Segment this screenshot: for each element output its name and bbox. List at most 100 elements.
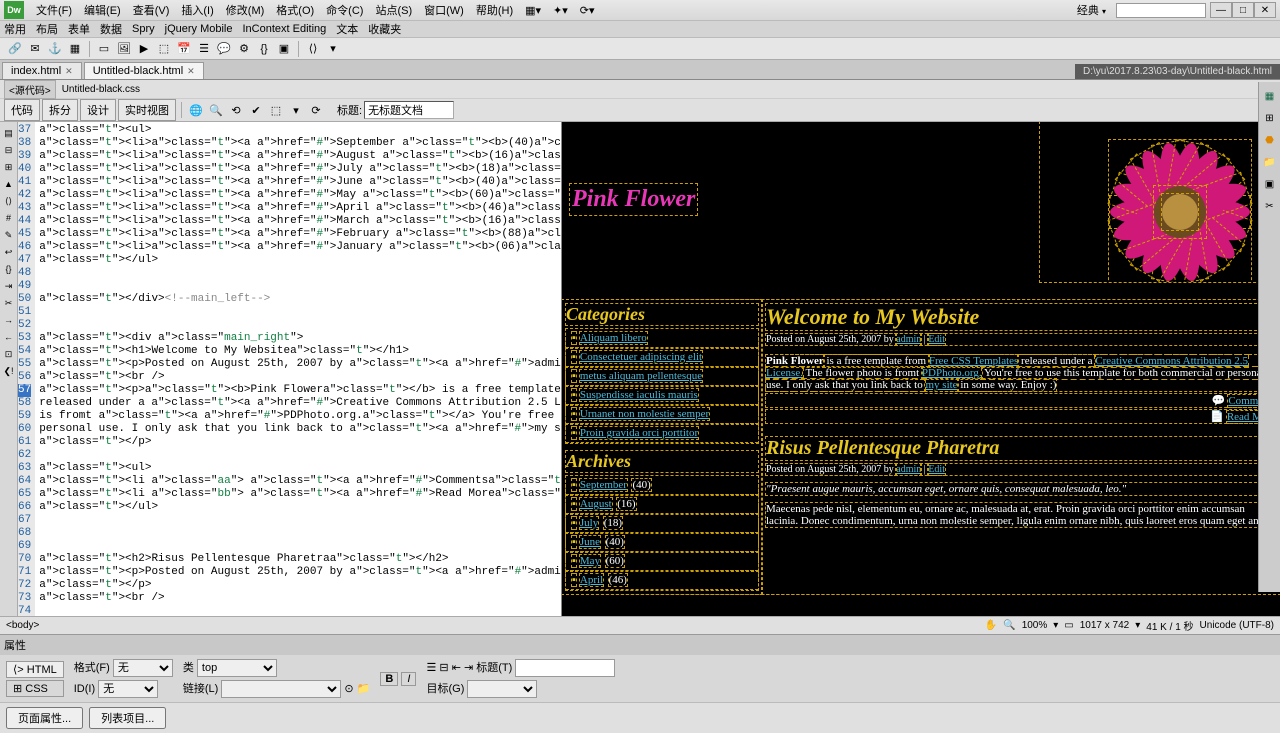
list-item[interactable]: ▪Consectetuer adipiscing elit	[566, 348, 758, 367]
live-code-icon[interactable]: 🌐	[187, 101, 205, 119]
italic-btn[interactable]: I	[401, 672, 416, 686]
tag-icon[interactable]: ⟨⟩	[304, 40, 322, 58]
media-icon[interactable]: ▶	[135, 40, 153, 58]
browser-icon[interactable]: ⟲	[227, 101, 245, 119]
head-icon[interactable]: ⚙	[235, 40, 253, 58]
format-icon[interactable]: ⊡	[2, 347, 16, 361]
list-item[interactable]: ▪April (46)	[566, 571, 758, 590]
minimize-button[interactable]: —	[1210, 2, 1232, 18]
div-icon[interactable]: ▭	[95, 40, 113, 58]
widget-icon[interactable]: ⬚	[155, 40, 173, 58]
ol-btn[interactable]: ⊟	[439, 662, 448, 674]
outdent-btn[interactable]: ⇤	[452, 662, 461, 674]
class-select[interactable]: top	[197, 659, 277, 677]
bold-btn[interactable]: B	[380, 672, 398, 686]
list-item-btn[interactable]: 列表项目...	[89, 707, 166, 729]
browse-icon[interactable]: 📁	[357, 683, 371, 695]
list-item[interactable]: ▪Urnanet non molestie semper	[566, 405, 758, 424]
code-body[interactable]: a">class="t"><ul>a">class="t"><li>a">cla…	[35, 122, 562, 616]
list-item[interactable]: ▪August (16)	[566, 495, 758, 514]
list-item[interactable]: ▪metus aliquam pellentesque	[566, 367, 758, 386]
cat-layout[interactable]: 布局	[36, 21, 58, 37]
menu-commands[interactable]: 命令(C)	[320, 0, 369, 20]
maximize-button[interactable]: □	[1232, 2, 1254, 18]
css-mode-btn[interactable]: ⊞ CSS	[6, 680, 64, 697]
list-item[interactable]: ▪May (60)	[566, 552, 758, 571]
html-mode-btn[interactable]: ⟨> HTML	[6, 661, 64, 678]
zoom-level[interactable]: 100%	[1022, 620, 1048, 631]
cat-fav[interactable]: 收藏夹	[368, 21, 401, 37]
split-view-btn[interactable]: 拆分	[42, 99, 78, 121]
balance-icon[interactable]: ⟨⟩	[2, 194, 16, 208]
menu-help[interactable]: 帮助(H)	[470, 0, 519, 20]
properties-header[interactable]: 属性	[0, 635, 1280, 655]
format-select[interactable]: 无	[113, 659, 173, 677]
menu-edit[interactable]: 编辑(E)	[78, 0, 127, 20]
table-icon[interactable]: ▦	[66, 40, 84, 58]
zoom-tool-icon[interactable]: 🔍	[1003, 620, 1015, 631]
comment-icon[interactable]: ❮!	[2, 364, 16, 378]
id-select[interactable]: 无	[98, 680, 158, 698]
title-input2[interactable]	[515, 659, 615, 677]
highlight-icon[interactable]: ✎	[2, 228, 16, 242]
close-icon[interactable]: ✕	[187, 66, 195, 77]
target-select[interactable]	[467, 680, 537, 698]
related-css[interactable]: Untitled-black.css	[62, 84, 140, 95]
select-parent-icon[interactable]: ▲	[2, 177, 16, 191]
files-panel-icon[interactable]: 📁	[1262, 154, 1278, 170]
ap-elements-icon[interactable]: ⊞	[1262, 110, 1278, 126]
menu-modify[interactable]: 修改(M)	[220, 0, 271, 20]
edit-link[interactable]: Edit	[928, 464, 945, 475]
snippets-icon[interactable]: ✂	[2, 296, 16, 310]
cat-common[interactable]: 常用	[4, 21, 26, 37]
more-icon[interactable]: ▾	[324, 40, 342, 58]
collapse-icon[interactable]: ⊟	[2, 143, 16, 157]
sync-icon[interactable]: ⟳▾	[574, 2, 601, 19]
check-icon[interactable]: ✔	[247, 101, 265, 119]
tag-selector[interactable]: <body>	[6, 620, 39, 631]
source-code-btn[interactable]: <源代码>	[4, 80, 56, 99]
code-pane[interactable]: 3738394041424344454647484950515253545556…	[18, 122, 562, 616]
auto-indent-icon[interactable]: ⇥	[2, 279, 16, 293]
tab-untitled-black[interactable]: Untitled-black.html✕	[84, 62, 204, 79]
hyperlink-icon[interactable]: 🔗	[6, 40, 24, 58]
workspace-switcher[interactable]: 经典 ▾	[1071, 0, 1112, 20]
list-item[interactable]: ▪June (40)	[566, 533, 758, 552]
outdent-icon[interactable]: ←	[2, 330, 16, 344]
expand-icon[interactable]: ⊞	[2, 160, 16, 174]
open-docs-icon[interactable]: ▤	[2, 126, 16, 140]
page-properties-btn[interactable]: 页面属性...	[6, 707, 83, 729]
free-css-link[interactable]: Free CSS Templates	[929, 355, 1018, 367]
admin-link[interactable]: admin	[896, 464, 921, 475]
anchor-icon[interactable]: ⚓	[46, 40, 64, 58]
menu-insert[interactable]: 插入(I)	[175, 0, 219, 20]
syntax-icon[interactable]: {}	[2, 262, 16, 276]
cat-forms[interactable]: 表单	[68, 21, 90, 37]
snippets-panel-icon[interactable]: ✂	[1262, 198, 1278, 214]
image-icon[interactable]: 🖼	[115, 40, 133, 58]
indent-btn[interactable]: ⇥	[464, 662, 473, 674]
css-panel-icon[interactable]: ▦	[1262, 88, 1278, 104]
menu-view[interactable]: 查看(V)	[127, 0, 176, 20]
menu-window[interactable]: 窗口(W)	[418, 0, 470, 20]
refresh-icon[interactable]: ⟳	[307, 101, 325, 119]
word-wrap-icon[interactable]: ↩	[2, 245, 16, 259]
mysite-link[interactable]: my site	[925, 379, 957, 391]
date-icon[interactable]: 📅	[175, 40, 193, 58]
ul-btn[interactable]: ☰	[426, 662, 436, 674]
menu-file[interactable]: 文件(F)	[30, 0, 78, 20]
edit-link[interactable]: Edit	[928, 334, 945, 345]
cat-incontext[interactable]: InContext Editing	[242, 23, 326, 35]
menu-site[interactable]: 站点(S)	[369, 0, 418, 20]
email-icon[interactable]: ✉	[26, 40, 44, 58]
admin-link[interactable]: admin	[896, 334, 921, 345]
list-item[interactable]: ▪September (40)	[566, 476, 758, 495]
extend-icon[interactable]: ✦▾	[547, 2, 574, 19]
close-button[interactable]: ✕	[1254, 2, 1276, 18]
server-icon[interactable]: ☰	[195, 40, 213, 58]
business-catalyst-icon[interactable]: ⬣	[1262, 132, 1278, 148]
pdphoto-link[interactable]: PDPhoto.org.	[922, 367, 982, 379]
cat-jquery[interactable]: jQuery Mobile	[165, 23, 233, 35]
close-icon[interactable]: ✕	[65, 66, 73, 77]
line-num-icon[interactable]: #	[2, 211, 16, 225]
